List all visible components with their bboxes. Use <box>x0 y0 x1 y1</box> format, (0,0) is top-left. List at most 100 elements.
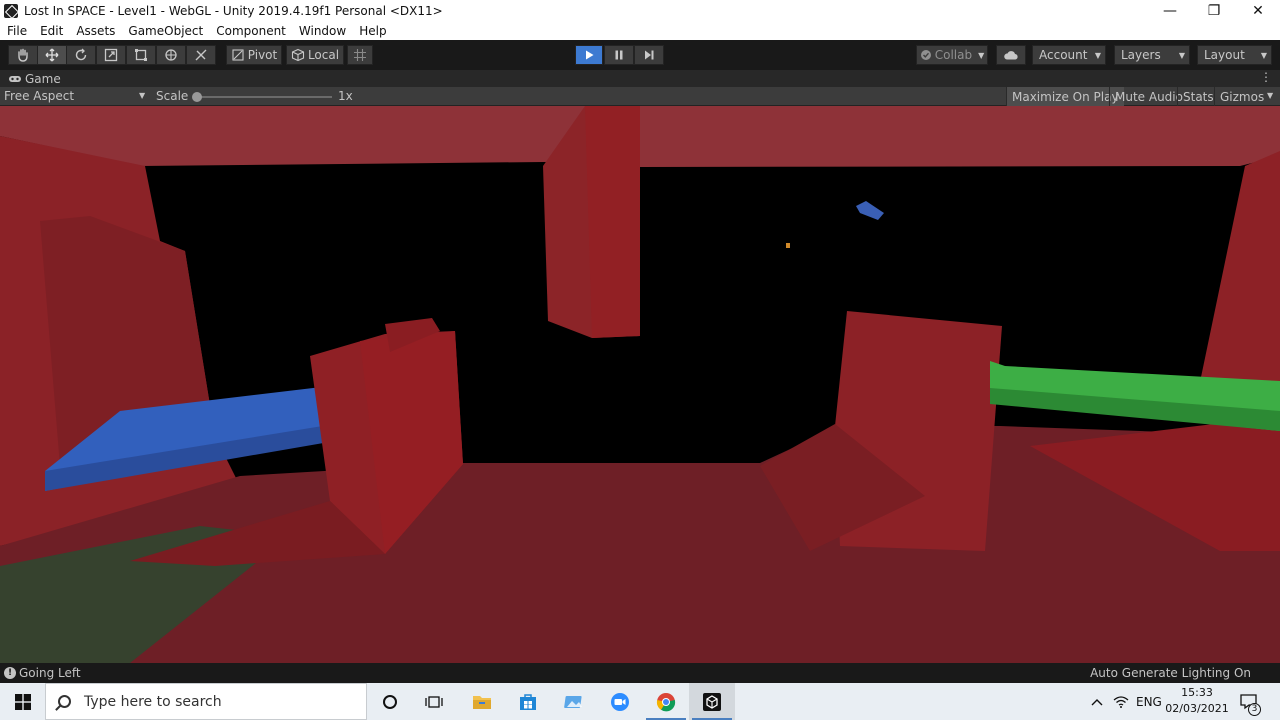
chevron-down-icon: ▼ <box>1178 50 1185 60</box>
gamepad-icon <box>9 75 21 82</box>
game-tab-bar: Game ⋮ <box>0 70 1280 87</box>
start-button[interactable] <box>0 683 45 720</box>
cube-icon <box>291 48 304 62</box>
grid-icon <box>354 49 366 61</box>
game-viewport[interactable] <box>0 106 1280 663</box>
maximize-on-play-label: Maximize On Play <box>1012 89 1119 104</box>
scale-slider-track[interactable] <box>196 96 332 98</box>
notification-count: 3 <box>1248 703 1261 716</box>
language-label: ENG <box>1136 694 1162 709</box>
rect-tool-button[interactable] <box>126 45 156 65</box>
unity-icon <box>703 692 721 711</box>
network-button[interactable] <box>1113 683 1129 720</box>
pivot-toggle[interactable]: Pivot <box>226 45 282 65</box>
pause-button[interactable] <box>604 45 634 65</box>
custom-tool-button[interactable] <box>186 45 216 65</box>
chevron-down-icon: ▼ <box>1260 50 1267 60</box>
local-toggle[interactable]: Local <box>286 45 344 65</box>
stats-toggle[interactable]: Stats <box>1177 87 1219 106</box>
distant-light <box>786 243 790 248</box>
store-icon <box>520 693 536 710</box>
zoom-icon <box>611 692 629 711</box>
step-icon <box>645 50 654 60</box>
taskbar-search-box[interactable]: Type here to search <box>45 683 367 720</box>
clock-date: 02/03/2021 <box>1165 702 1229 715</box>
chrome-button[interactable] <box>643 683 689 720</box>
cortana-button[interactable] <box>367 683 413 720</box>
menu-gameobject[interactable]: GameObject <box>121 24 209 38</box>
console-message[interactable]: Going Left <box>19 666 81 680</box>
search-icon <box>58 695 71 708</box>
info-icon: ! <box>4 667 16 679</box>
minimize-icon: — <box>1163 3 1177 19</box>
menu-component[interactable]: Component <box>209 24 292 38</box>
game-view-controls: Free Aspect ▼ Scale 1x Maximize On Play … <box>0 87 1280 106</box>
clock-time: 15:33 <box>1181 686 1213 699</box>
lighting-status[interactable]: Auto Generate Lighting On <box>1090 666 1251 680</box>
taskbar-clock[interactable]: 15:33 02/03/2021 <box>1163 685 1231 717</box>
menu-help[interactable]: Help <box>352 24 392 38</box>
chrome-icon <box>656 692 676 711</box>
move-tool-button[interactable] <box>37 45 67 65</box>
menu-assets[interactable]: Assets <box>69 24 121 38</box>
task-view-icon <box>425 695 443 708</box>
store-button[interactable] <box>505 683 551 720</box>
photos-button[interactable] <box>551 683 597 720</box>
pivot-label: Pivot <box>247 48 278 62</box>
step-button[interactable] <box>634 45 664 65</box>
file-explorer-button[interactable] <box>459 683 505 720</box>
action-center-button[interactable]: 3 <box>1240 683 1261 720</box>
chevron-down-icon: ▼ <box>978 50 985 60</box>
menu-window[interactable]: Window <box>292 24 352 38</box>
mute-audio-label: Mute Audio <box>1115 89 1183 104</box>
search-placeholder: Type here to search <box>84 693 222 710</box>
window-title: Lost In SPACE - Level1 - WebGL - Unity 2… <box>24 4 443 18</box>
collab-dropdown[interactable]: Collab ▼ <box>916 45 988 65</box>
pause-icon <box>615 50 623 60</box>
layers-dropdown[interactable]: Layers ▼ <box>1114 45 1190 65</box>
unity-taskbar-button[interactable] <box>689 683 735 720</box>
chevron-down-icon: ▼ <box>1267 91 1274 100</box>
cloud-button[interactable] <box>996 45 1026 65</box>
panel-menu-icon[interactable]: ⋮ <box>1260 70 1272 84</box>
play-icon <box>586 50 594 60</box>
close-icon: ✕ <box>1252 3 1264 19</box>
stats-label: Stats <box>1183 89 1214 104</box>
scale-tool-button[interactable] <box>96 45 126 65</box>
layout-dropdown[interactable]: Layout ▼ <box>1197 45 1272 65</box>
hand-icon <box>18 48 28 62</box>
local-label: Local <box>307 48 340 62</box>
task-view-button[interactable] <box>411 683 457 720</box>
zoom-button[interactable] <box>597 683 643 720</box>
close-button[interactable]: ✕ <box>1236 0 1280 22</box>
move-icon <box>45 48 59 62</box>
scale-value: 1x <box>338 89 353 103</box>
show-hidden-icons-button[interactable] <box>1090 683 1104 720</box>
window-title-bar: Lost In SPACE - Level1 - WebGL - Unity 2… <box>0 0 1280 22</box>
menu-file[interactable]: File <box>0 24 33 38</box>
cortana-icon <box>383 694 397 709</box>
scale-slider-thumb[interactable] <box>192 92 202 102</box>
aspect-dropdown[interactable]: Free Aspect <box>4 89 74 103</box>
grid-snap-button[interactable] <box>347 45 373 65</box>
rect-icon <box>135 49 147 61</box>
restore-button[interactable]: ❐ <box>1192 0 1236 22</box>
tab-game[interactable]: Game <box>0 72 61 86</box>
transform-tool-button[interactable] <box>156 45 186 65</box>
rotate-tool-button[interactable] <box>66 45 96 65</box>
play-button[interactable] <box>575 45 603 65</box>
menu-edit[interactable]: Edit <box>33 24 69 38</box>
chevron-up-icon <box>1091 698 1103 705</box>
unity-app-icon <box>4 4 18 18</box>
maximize-on-play-toggle[interactable]: Maximize On Play <box>1006 87 1124 106</box>
hand-tool-button[interactable] <box>8 45 38 65</box>
collab-label: Collab <box>934 48 973 62</box>
language-indicator[interactable]: ENG <box>1136 683 1162 720</box>
layers-label: Layers <box>1121 48 1161 62</box>
status-bar: ! Going Left Auto Generate Lighting On <box>0 663 1280 683</box>
pivot-icon <box>232 49 244 61</box>
minimize-button[interactable]: — <box>1148 0 1192 22</box>
menu-bar: File Edit Assets GameObject Component Wi… <box>0 22 1280 40</box>
chevron-down-icon: ▼ <box>1094 50 1101 60</box>
account-dropdown[interactable]: Account ▼ <box>1032 45 1106 65</box>
